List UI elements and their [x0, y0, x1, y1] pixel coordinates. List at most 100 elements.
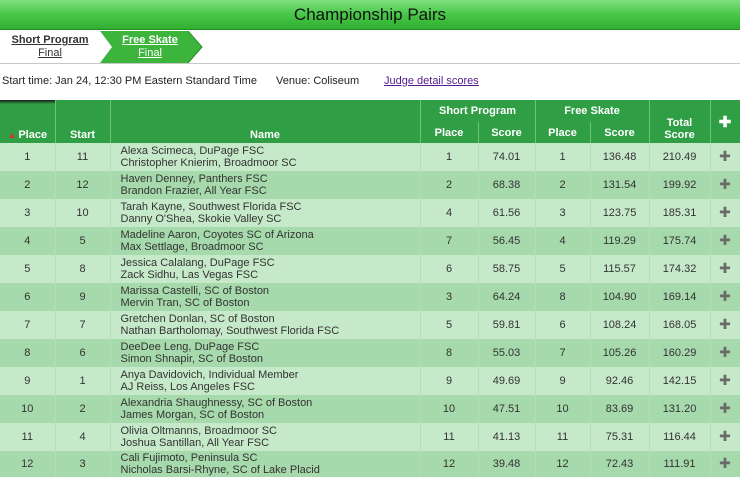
- table-row: 7 7 Gretchen Donlan, SC of Boston Nathan …: [0, 311, 740, 339]
- skater-1: Alexa Scimeca, DuPage FSC: [120, 145, 265, 157]
- skater-1: Cali Fujimoto, Peninsula SC: [120, 452, 258, 464]
- cell-name: Jessica Calalang, DuPage FSC Zack Sidhu, …: [110, 255, 421, 283]
- cell-sp-score: 68.38: [478, 171, 536, 199]
- cell-start: 7: [55, 311, 111, 339]
- cell-fs-place: 3: [535, 199, 591, 227]
- skater-2: Mervin Tran, SC of Boston: [120, 297, 250, 309]
- expand-all-button[interactable]: ✚: [710, 100, 740, 143]
- cell-name: Alexa Scimeca, DuPage FSC Christopher Kni…: [110, 143, 421, 171]
- col-header-total-score[interactable]: Total Score: [649, 100, 711, 143]
- cell-fs-place: 10: [535, 395, 591, 423]
- cell-sp-score: 49.69: [478, 367, 536, 395]
- cell-total: 111.91: [649, 451, 711, 477]
- cell-sp-score: 74.01: [478, 143, 536, 171]
- cell-start: 5: [55, 227, 111, 255]
- plus-icon: ✚: [719, 372, 731, 388]
- cell-place: 5: [0, 255, 56, 283]
- cell-fs-place: 8: [535, 283, 591, 311]
- skater-1: Haven Denney, Panthers FSC: [120, 173, 268, 185]
- cell-sp-score: 55.03: [478, 339, 536, 367]
- skater-1: Tarah Kayne, Southwest Florida FSC: [120, 201, 302, 213]
- expand-row-button[interactable]: ✚: [710, 227, 740, 255]
- tab-free-skate[interactable]: Free Skate Final: [100, 31, 200, 63]
- plus-icon: ✚: [719, 428, 731, 444]
- expand-row-button[interactable]: ✚: [710, 255, 740, 283]
- expand-row-button[interactable]: ✚: [710, 143, 740, 171]
- expand-row-button[interactable]: ✚: [710, 171, 740, 199]
- cell-sp-place: 6: [420, 255, 479, 283]
- cell-fs-score: 92.46: [590, 367, 650, 395]
- cell-sp-place: 11: [420, 423, 479, 451]
- skater-2: Zack Sidhu, Las Vegas FSC: [120, 269, 259, 281]
- tab-free-skate-label: Free Skate: [122, 34, 178, 46]
- cell-start: 8: [55, 255, 111, 283]
- col-header-place[interactable]: ▲ Place: [0, 100, 56, 143]
- cell-fs-score: 119.29: [590, 227, 650, 255]
- cell-sp-score: 61.56: [478, 199, 536, 227]
- cell-sp-place: 1: [420, 143, 479, 171]
- skater-1: Madeline Aaron, Coyotes SC of Arizona: [120, 229, 314, 241]
- cell-fs-place: 9: [535, 367, 591, 395]
- cell-fs-place: 7: [535, 339, 591, 367]
- col-header-place-label: Place: [18, 129, 48, 141]
- expand-row-button[interactable]: ✚: [710, 367, 740, 395]
- table-row: 8 6 DeeDee Leng, DuPage FSC Simon Shnapir…: [0, 339, 740, 367]
- page-title: Championship Pairs: [0, 0, 740, 30]
- tab-short-program[interactable]: Short Program Final: [0, 31, 100, 63]
- skater-1: Anya Davidovich, Individual Member: [120, 369, 299, 381]
- cell-start: 9: [55, 283, 111, 311]
- plus-icon: ✚: [719, 148, 731, 164]
- cell-name: Alexandria Shaughnessy, SC of Boston Jame…: [110, 395, 421, 423]
- venue-text: Venue: Coliseum: [276, 75, 360, 87]
- table-row: 12 3 Cali Fujimoto, Peninsula SC Nicholas…: [0, 451, 740, 477]
- segment-tabs: Short Program Final Free Skate Final: [0, 31, 740, 64]
- table-row: 1 11 Alexa Scimeca, DuPage FSC Christophe…: [0, 143, 740, 171]
- expand-row-button[interactable]: ✚: [710, 423, 740, 451]
- results-body: 1 11 Alexa Scimeca, DuPage FSC Christophe…: [0, 143, 740, 477]
- cell-fs-score: 83.69: [590, 395, 650, 423]
- skater-2: Max Settlage, Broadmoor SC: [120, 241, 264, 253]
- expand-row-button[interactable]: ✚: [710, 395, 740, 423]
- expand-row-button[interactable]: ✚: [710, 311, 740, 339]
- skater-1: DeeDee Leng, DuPage FSC: [120, 341, 260, 353]
- plus-icon: ✚: [719, 232, 731, 248]
- col-header-start[interactable]: Start: [55, 100, 111, 143]
- cell-place: 12: [0, 451, 56, 477]
- skater-2: Brandon Frazier, All Year FSC: [120, 185, 267, 197]
- cell-fs-place: 6: [535, 311, 591, 339]
- table-row: 9 1 Anya Davidovich, Individual Member AJ…: [0, 367, 740, 395]
- cell-total: 131.20: [649, 395, 711, 423]
- col-header-fs-place[interactable]: Place: [535, 122, 591, 143]
- skater-2: AJ Reiss, Los Angeles FSC: [120, 381, 256, 393]
- plus-icon: ✚: [719, 288, 731, 304]
- cell-place: 1: [0, 143, 56, 171]
- cell-sp-score: 47.51: [478, 395, 536, 423]
- col-header-sp-score[interactable]: Score: [478, 122, 536, 143]
- expand-row-button[interactable]: ✚: [710, 283, 740, 311]
- col-header-name[interactable]: Name: [110, 100, 421, 143]
- cell-fs-score: 108.24: [590, 311, 650, 339]
- expand-row-button[interactable]: ✚: [710, 339, 740, 367]
- cell-name: Olivia Oltmanns, Broadmoor SC Joshua Sant…: [110, 423, 421, 451]
- expand-row-button[interactable]: ✚: [710, 451, 740, 477]
- cell-sp-score: 39.48: [478, 451, 536, 477]
- table-row: 10 2 Alexandria Shaughnessy, SC of Bosto…: [0, 395, 740, 423]
- cell-name: Marissa Castelli, SC of Boston Mervin Tra…: [110, 283, 421, 311]
- skater-1: Marissa Castelli, SC of Boston: [120, 285, 270, 297]
- cell-total: 168.05: [649, 311, 711, 339]
- plus-icon: ✚: [719, 344, 731, 360]
- cell-sp-place: 8: [420, 339, 479, 367]
- judge-detail-scores-link[interactable]: Judge detail scores: [384, 72, 479, 90]
- cell-fs-score: 131.54: [590, 171, 650, 199]
- tab-short-program-sublabel: Final: [38, 47, 62, 59]
- cell-sp-place: 10: [420, 395, 479, 423]
- expand-row-button[interactable]: ✚: [710, 199, 740, 227]
- col-header-sp-place[interactable]: Place: [420, 122, 479, 143]
- cell-place: 4: [0, 227, 56, 255]
- skater-2: Nicholas Barsi-Rhyne, SC of Lake Placid: [120, 464, 320, 476]
- col-header-fs-score[interactable]: Score: [590, 122, 650, 143]
- cell-sp-score: 41.13: [478, 423, 536, 451]
- cell-fs-place: 12: [535, 451, 591, 477]
- plus-icon: ✚: [719, 400, 731, 416]
- cell-place: 11: [0, 423, 56, 451]
